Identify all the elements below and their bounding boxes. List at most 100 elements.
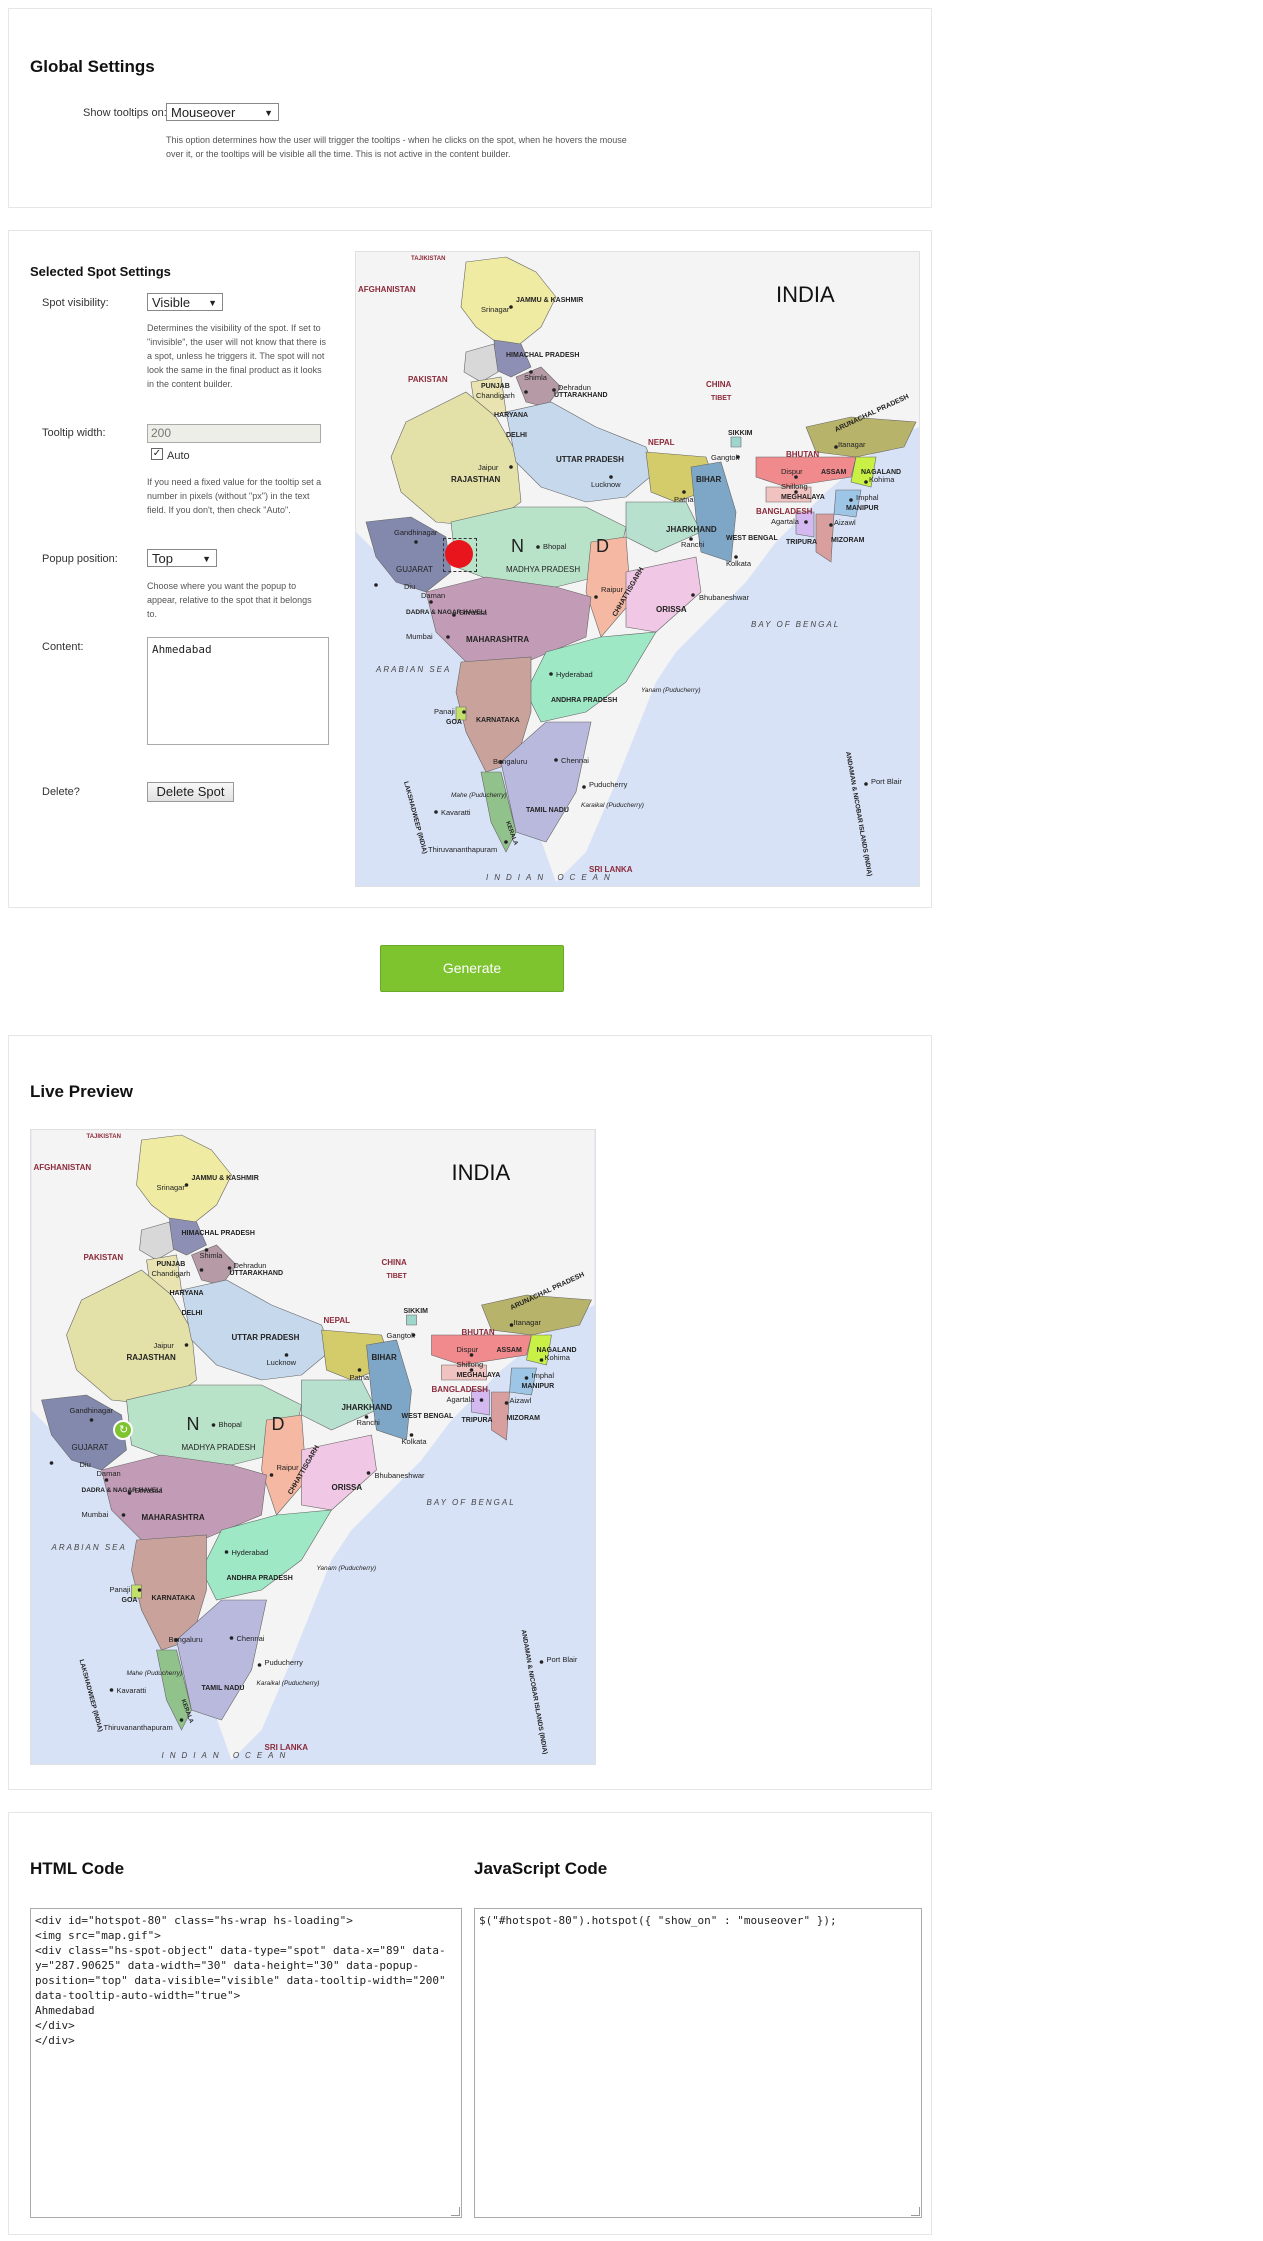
label-jharkhand: JHARKHAND xyxy=(342,1403,393,1412)
label-karnataka: KARNATAKA xyxy=(152,1595,196,1602)
show-tooltips-select[interactable]: Mouseover ▼ xyxy=(166,103,279,121)
map-initial-d: D xyxy=(596,536,609,556)
label-sikkim: SIKKIM xyxy=(728,430,753,437)
label-tripura: TRIPURA xyxy=(462,1417,493,1424)
popup-position-select[interactable]: Top ▼ xyxy=(147,549,217,567)
js-code-textarea[interactable]: $("#hotspot-80").hotspot({ "show_on" : "… xyxy=(474,1908,922,2218)
js-code-title: JavaScript Code xyxy=(474,1859,608,1878)
label-madhya-pradesh: MADHYA PRADESH xyxy=(506,565,580,574)
html-code-textarea[interactable]: <div id="hotspot-80" class="hs-wrap hs-l… xyxy=(30,1908,462,2218)
delete-label: Delete? xyxy=(42,786,80,798)
resize-grip-icon[interactable] xyxy=(911,2207,920,2216)
delete-spot-button[interactable]: Delete Spot xyxy=(147,782,234,802)
city-aizawl: Aizawl xyxy=(834,518,856,527)
label-bay-of-bengal: BAY OF BENGAL xyxy=(751,620,840,629)
content-label: Content: xyxy=(42,641,84,653)
label-delhi: DELHI xyxy=(506,432,527,439)
spot-visibility-value: Visible xyxy=(152,295,191,310)
label-tibet: TIBET xyxy=(387,1273,408,1280)
label-mizoram: MIZORAM xyxy=(507,1415,541,1422)
label-mahe: Mahe (Puducherry) xyxy=(451,792,507,799)
tooltip-width-input[interactable]: 200 xyxy=(147,424,321,443)
city-thiruvananthapuram: Thiruvananthapuram xyxy=(104,1723,173,1732)
city-diu: Diu xyxy=(80,1460,91,1469)
show-tooltips-label: Show tooltips on: xyxy=(83,107,167,119)
label-pakistan: PAKISTAN xyxy=(408,375,448,384)
label-uttar-pradesh: UTTAR PRADESH xyxy=(556,455,624,464)
generate-button[interactable]: Generate xyxy=(380,945,564,992)
label-orissa: ORISSA xyxy=(332,1483,363,1492)
state-sikkim xyxy=(406,1314,417,1326)
spot-visibility-help: Determines the visibility of the spot. I… xyxy=(147,323,326,389)
label-assam: ASSAM xyxy=(497,1347,522,1354)
label-bihar: BIHAR xyxy=(372,1353,398,1362)
city-gandhinagar: Gandhinagar xyxy=(70,1406,114,1415)
city-mumbai: Mumbai xyxy=(406,632,433,641)
global-settings-panel: Global Settings Show tooltips on: Mouseo… xyxy=(8,8,932,208)
label-china: CHINA xyxy=(706,380,732,389)
label-tajikistan: TAJIKISTAN xyxy=(87,1134,121,1140)
label-tripura: TRIPURA xyxy=(786,539,817,546)
city-hyderabad: Hyderabad xyxy=(556,670,593,679)
city-shillong: Shillong xyxy=(781,482,808,491)
label-yanam: Yanam (Puducherry) xyxy=(641,687,701,694)
show-tooltips-value: Mouseover xyxy=(171,105,236,120)
label-andhra-pradesh: ANDHRA PRADESH xyxy=(227,1575,293,1582)
city-daman: Daman xyxy=(421,591,445,600)
city-panaji: Panaji xyxy=(434,707,455,716)
label-karaikal: Karaikal (Puducherry) xyxy=(581,802,644,809)
preview-india-map-svg: INDIA N D AFGHANISTAN PAKISTAN CHINA TIB… xyxy=(31,1130,595,1764)
city-chandigarh: Chandigarh xyxy=(152,1269,191,1278)
label-maharashtra: MAHARASHTRA xyxy=(142,1513,205,1522)
city-raipur: Raipur xyxy=(601,585,624,594)
map-initial-n: N xyxy=(511,536,524,556)
label-mizoram: MIZORAM xyxy=(831,537,865,544)
spot-visibility-select[interactable]: Visible ▼ xyxy=(147,293,223,311)
city-srinagar: Srinagar xyxy=(481,305,510,314)
label-goa: GOA xyxy=(122,1597,138,1604)
city-kolkata: Kolkata xyxy=(726,559,752,568)
label-arabian-sea: ARABIAN SEA xyxy=(51,1543,127,1552)
city-gandhinagar: Gandhinagar xyxy=(394,528,438,537)
city-bhubaneshwar: Bhubaneshwar xyxy=(699,593,750,602)
chevron-down-icon: ▼ xyxy=(264,108,273,118)
city-bengaluru: Bengaluru xyxy=(169,1635,203,1644)
label-jharkhand: JHARKHAND xyxy=(666,525,717,534)
label-afghanistan: AFGHANISTAN xyxy=(358,285,416,294)
city-hyderabad: Hyderabad xyxy=(232,1548,269,1557)
preview-hotspot[interactable]: ↻ xyxy=(113,1420,133,1440)
spot-settings-title: Selected Spot Settings xyxy=(30,264,171,279)
label-uttarakhand: UTTARAKHAND xyxy=(230,1270,284,1277)
label-uttarakhand: UTTARAKHAND xyxy=(554,392,608,399)
city-daman: Daman xyxy=(97,1469,121,1478)
content-textarea[interactable]: Ahmedabad xyxy=(147,637,329,745)
label-goa: GOA xyxy=(446,719,462,726)
city-agartala: Agartala xyxy=(771,517,800,526)
chevron-down-icon: ▼ xyxy=(208,298,217,308)
city-bengaluru: Bengaluru xyxy=(493,757,527,766)
label-west-bengal: WEST BENGAL xyxy=(402,1413,454,1420)
city-kohima: Kohima xyxy=(545,1353,571,1362)
label-jammu-kashmir: JAMMU & KASHMIR xyxy=(516,297,583,304)
city-mumbai: Mumbai xyxy=(82,1510,109,1519)
spot-settings-panel: Selected Spot Settings Spot visibility: … xyxy=(8,230,932,908)
global-settings-title: Global Settings xyxy=(30,57,155,76)
label-dadra: DADRA & NAGAR HAVELI xyxy=(406,609,487,616)
label-tamil-nadu: TAMIL NADU xyxy=(202,1685,245,1692)
spot-visibility-label: Spot visibility: xyxy=(42,297,109,309)
spot-marker-selected[interactable] xyxy=(443,538,477,572)
resize-grip-icon[interactable] xyxy=(451,2207,460,2216)
label-jammu-kashmir: JAMMU & KASHMIR xyxy=(192,1175,259,1182)
city-imphal: Imphal xyxy=(532,1371,555,1380)
code-panel: HTML Code <div id="hotspot-80" class="hs… xyxy=(8,1812,932,2235)
popup-position-label: Popup position: xyxy=(42,553,118,565)
city-shillong: Shillong xyxy=(457,1360,484,1369)
auto-width-checkbox[interactable]: ✓ xyxy=(151,448,163,460)
editor-map[interactable]: INDIA N D AFGHANISTAN PAKISTAN CHINA TIB… xyxy=(355,251,920,887)
city-dispur: Dispur xyxy=(781,467,803,476)
label-indian-ocean: INDIAN OCEAN xyxy=(162,1751,292,1760)
spot-selection-box xyxy=(443,538,477,572)
city-bhubaneshwar: Bhubaneshwar xyxy=(375,1471,426,1480)
label-delhi: DELHI xyxy=(182,1310,203,1317)
label-bay-of-bengal: BAY OF BENGAL xyxy=(427,1498,516,1507)
